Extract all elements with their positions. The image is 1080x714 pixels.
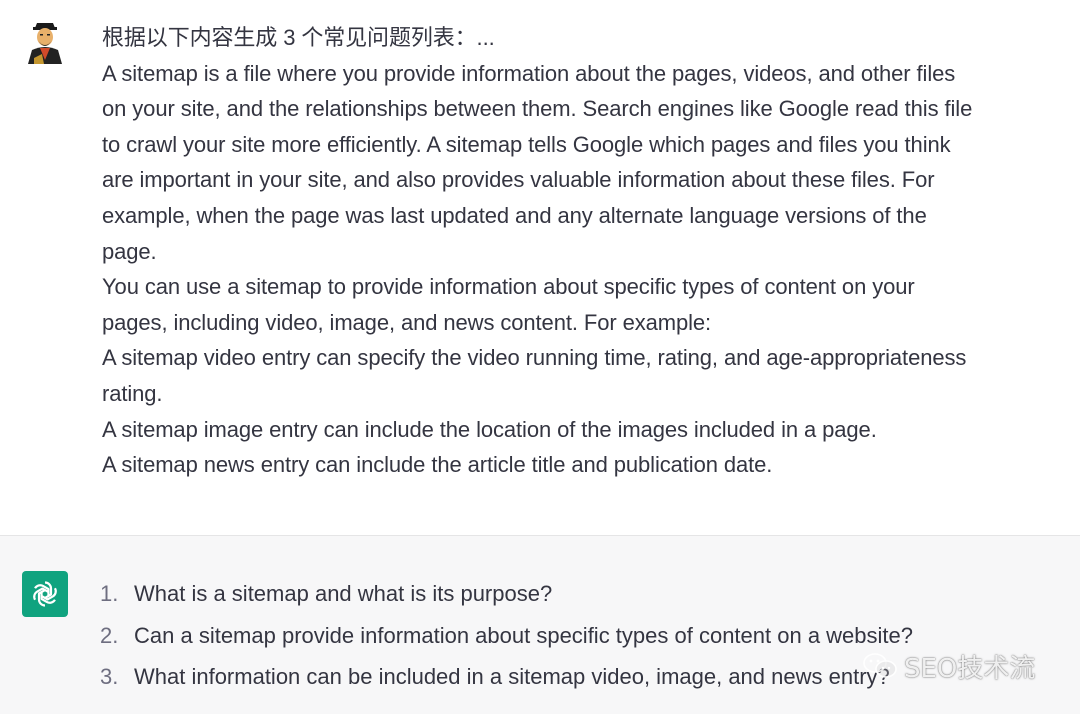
list-item-text: What is a sitemap and what is its purpos… — [134, 581, 553, 606]
list-item-number: 1. — [100, 581, 119, 606]
user-message-line: A sitemap video entry can specify the vi… — [102, 345, 967, 371]
list-item: 3. What information can be included in a … — [96, 656, 1056, 698]
assistant-avatar — [22, 571, 68, 617]
chatgpt-logo-icon — [33, 581, 57, 607]
user-message-line: example, when the page was last updated … — [102, 202, 927, 228]
user-portrait-avatar-icon — [22, 18, 68, 64]
assistant-answer-list: 1. What is a sitemap and what is its purp… — [96, 573, 1056, 698]
user-message-line: on your site, and the relationships betw… — [102, 96, 973, 122]
user-message-line: You can use a sitemap to provide informa… — [102, 274, 915, 300]
user-message-line: page. — [102, 238, 157, 264]
list-item: 1. What is a sitemap and what is its purp… — [96, 573, 1056, 615]
list-item-number: 2. — [100, 622, 119, 648]
list-item-number: 3. — [100, 664, 119, 689]
user-message-text: 根据以下内容生成 3 个常见问题列表：... A sitemap is a fi… — [102, 20, 1074, 483]
user-message-line: to crawl your site more efficiently. A s… — [102, 131, 951, 157]
user-message-line: 根据以下内容生成 3 个常见问题列表：... — [102, 25, 495, 50]
user-message-line: A sitemap news entry can include the art… — [102, 452, 773, 478]
user-avatar — [22, 18, 68, 64]
user-message-block: 根据以下内容生成 3 个常见问题列表：... A sitemap is a fi… — [0, 0, 1080, 536]
user-message-line: are important in your site, and also pro… — [102, 167, 935, 193]
list-item-text: Can a sitemap provide information about … — [134, 622, 914, 648]
user-message-line: rating. — [102, 380, 163, 406]
user-message-line: A sitemap is a file where you provide in… — [102, 60, 956, 86]
list-item-text: What information can be included in a si… — [134, 664, 890, 689]
user-message-line: A sitemap image entry can include the lo… — [102, 416, 877, 442]
user-message-line: pages, including video, image, and news … — [102, 309, 712, 335]
list-item: 2. Can a sitemap provide information abou… — [96, 615, 1056, 657]
